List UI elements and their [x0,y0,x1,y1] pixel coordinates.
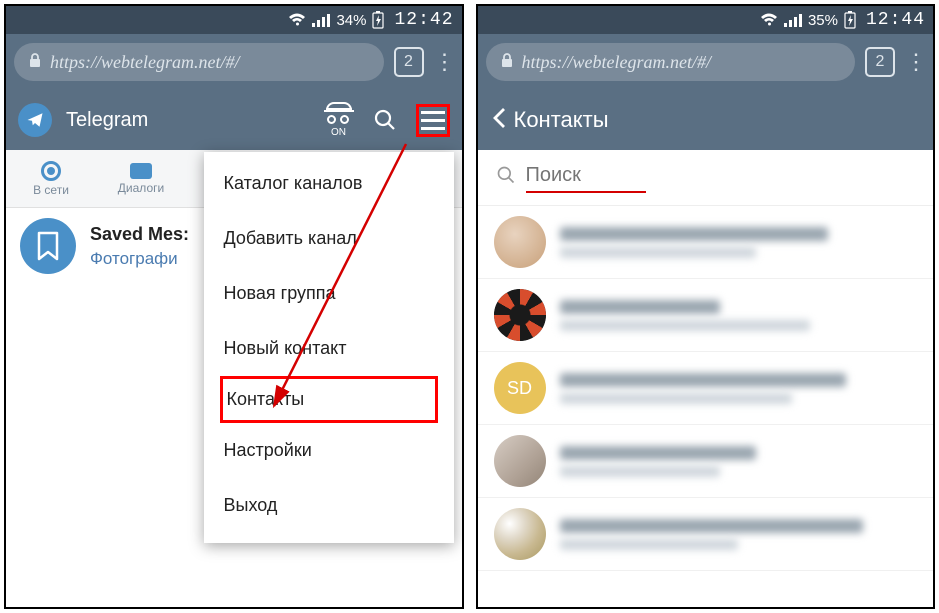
incognito-toggle[interactable]: ON [324,102,354,138]
incognito-label: ON [331,127,346,138]
contact-text [560,227,918,258]
url-box[interactable]: https://webtelegram.net/#/ [14,43,384,81]
menu-item-new-group[interactable]: Новая группа [204,266,454,321]
contacts-header: Контакты [478,90,934,150]
battery-text: 34% [336,12,366,29]
contact-text [560,373,918,404]
search-button[interactable] [368,108,402,132]
contacts-title: Контакты [514,107,609,133]
avatar [494,435,546,487]
chat-name: Saved Mes: [90,224,189,245]
contact-row[interactable] [478,498,934,571]
menu-item-add-channel[interactable]: Добавить канал [204,211,454,266]
wifi-icon [760,13,778,27]
signal-icon [312,13,330,27]
lock-icon [500,52,514,73]
signal-icon [784,13,802,27]
browser-menu-icon[interactable]: ⋮ [905,49,925,75]
menu-button[interactable] [416,104,450,137]
url-text: https://webtelegram.net/#/ [522,52,711,73]
status-bar: 34% 12:42 [6,6,462,34]
app-title: Telegram [66,109,310,132]
contact-text [560,300,918,331]
search-icon [496,165,516,190]
contact-text [560,446,918,477]
browser-bar: https://webtelegram.net/#/ 2 ⋮ [478,34,934,90]
tab-count[interactable]: 2 [394,47,424,77]
telegram-header: Telegram ON [6,90,462,150]
tab-count[interactable]: 2 [865,47,895,77]
phone-right: 35% 12:44 https://webtelegram.net/#/ 2 ⋮… [476,4,936,609]
dropdown-menu: Каталог каналов Добавить канал Новая гру… [204,152,454,543]
battery-text: 35% [808,12,838,29]
tab-online-label: В сети [33,183,69,197]
incognito-icon [324,102,354,126]
bookmark-icon [35,231,61,261]
online-icon [41,161,61,181]
chevron-left-icon [492,107,506,129]
highlight-box-menu [416,104,450,137]
status-time: 12:44 [866,10,925,30]
menu-item-logout[interactable]: Выход [204,478,454,533]
status-time: 12:42 [394,10,453,30]
menu-item-contacts[interactable]: Контакты [220,376,438,423]
menu-item-settings[interactable]: Настройки [204,423,454,478]
contact-row[interactable] [478,279,934,352]
phone-left: 34% 12:42 https://webtelegram.net/#/ 2 ⋮… [4,4,464,609]
avatar [494,508,546,560]
url-text: https://webtelegram.net/#/ [50,52,239,73]
contacts-list: SD [478,206,934,607]
url-box[interactable]: https://webtelegram.net/#/ [486,43,856,81]
tab-dialogs[interactable]: Диалоги [96,150,186,207]
lock-icon [28,52,42,73]
telegram-logo-icon[interactable] [18,103,52,137]
contact-row[interactable] [478,206,934,279]
hamburger-icon [421,111,445,130]
avatar [494,216,546,268]
status-bar: 35% 12:44 [478,6,934,34]
browser-menu-icon[interactable]: ⋮ [434,49,454,75]
tab-online[interactable]: В сети [6,150,96,207]
search-input[interactable] [526,162,646,193]
dialogs-icon [130,163,152,179]
contact-text [560,519,918,550]
search-row [478,150,934,206]
browser-bar: https://webtelegram.net/#/ 2 ⋮ [6,34,462,90]
wifi-icon [288,13,306,27]
menu-item-channels-catalog[interactable]: Каталог каналов [204,156,454,211]
battery-icon [844,11,856,29]
back-button[interactable] [492,105,506,136]
avatar [494,289,546,341]
search-icon [373,108,397,132]
contact-row[interactable]: SD [478,352,934,425]
battery-icon [372,11,384,29]
menu-item-new-contact[interactable]: Новый контакт [204,321,454,376]
saved-messages-avatar [20,218,76,274]
chat-subtitle: Фотографи [90,249,189,269]
avatar: SD [494,362,546,414]
contact-row[interactable] [478,425,934,498]
